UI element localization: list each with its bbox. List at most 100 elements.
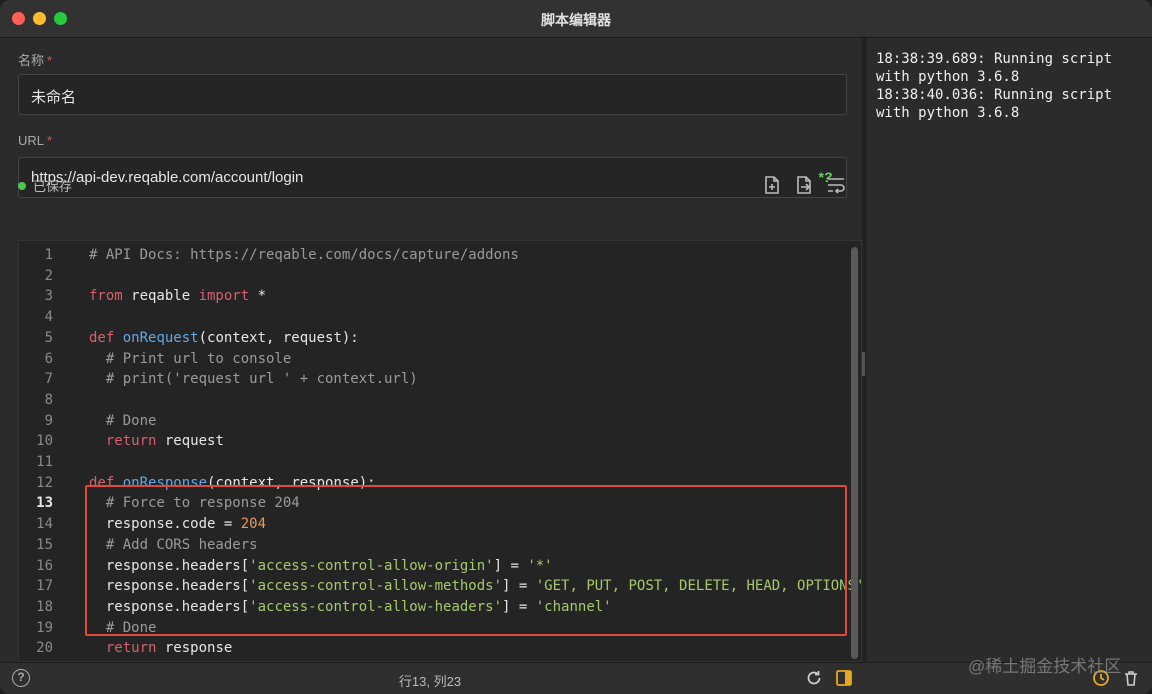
code-token: response.code =	[89, 516, 241, 533]
code-token: reqable	[122, 288, 199, 305]
code-token: (context, request):	[198, 329, 359, 346]
line-number: 20	[36, 640, 53, 657]
code-token: (context, response):	[207, 474, 376, 491]
code-token: response.headers[	[89, 557, 250, 574]
code-token: 'access-control-allow-origin'	[249, 557, 494, 574]
code-token: 'access-control-allow-methods'	[249, 578, 503, 595]
wrap-text-icon[interactable]	[826, 175, 846, 195]
code-line[interactable]: response.code = 204	[89, 514, 266, 535]
code-token: *	[249, 288, 267, 305]
code-token: request	[156, 433, 224, 450]
console-line: 18:38:40.036: Running script with python…	[876, 87, 1121, 121]
code-token: ] =	[493, 557, 528, 574]
toggle-panel-icon[interactable]	[835, 669, 853, 687]
line-number: 2	[44, 267, 53, 284]
url-field[interactable]: https://api-dev.reqable.com/account/logi…	[18, 157, 847, 198]
code-line[interactable]: # Done	[89, 411, 157, 432]
required-mark: *	[47, 53, 53, 68]
code-token: # API Docs: https://reqable.com/docs/cap…	[89, 247, 519, 263]
code-token: return	[105, 433, 157, 450]
code-token: # Done	[89, 619, 157, 636]
code-line[interactable]: response.headers['access-control-allow-o…	[89, 556, 553, 577]
code-line[interactable]: response.headers['access-control-allow-h…	[89, 597, 612, 618]
code-token: response.headers[	[89, 578, 250, 595]
line-number: 12	[36, 474, 53, 491]
code-line[interactable]: # API Docs: https://reqable.com/docs/cap…	[89, 245, 519, 266]
code-token: return	[105, 640, 157, 657]
name-field[interactable]: 未命名	[18, 74, 847, 115]
console-line: 18:38:39.689: Running script with python…	[876, 51, 1121, 85]
code-token: # Force to response 204	[89, 495, 300, 512]
line-number: 14	[36, 516, 53, 533]
line-number: 15	[36, 536, 53, 553]
cursor-position: 行13, 列23	[398, 674, 462, 689]
console-pane: 18:38:39.689: Running script with python…	[865, 38, 1152, 662]
code-token: '*'	[527, 557, 553, 574]
line-number: 11	[36, 454, 53, 470]
saved-status: 已保存	[18, 176, 72, 195]
code-line[interactable]: # Print url to console	[89, 349, 291, 370]
code-line[interactable]: # Force to response 204	[89, 493, 300, 514]
help-icon[interactable]: ?	[12, 669, 30, 687]
line-number: 19	[36, 619, 53, 636]
code-line[interactable]: # Done	[89, 618, 157, 639]
line-number: 6	[44, 350, 53, 367]
saved-dot-icon	[18, 181, 26, 190]
line-number: 17	[36, 578, 53, 595]
code-line[interactable]: response.headers['access-control-allow-m…	[89, 576, 861, 597]
line-number: 10	[36, 433, 53, 450]
code-line[interactable]: return request	[89, 431, 224, 452]
script-editor-window: 脚本编辑器 名称 * 未命名 URL * https://api-dev.reqab…	[0, 0, 1152, 694]
name-label: 名称 *	[18, 53, 53, 68]
line-number: 16	[36, 557, 53, 574]
code-token: from	[89, 288, 123, 305]
line-number-gutter: 1 2 3 4 5 6 7 8 9 10 11 12 13 14 15 16 17 18 19 20	[19, 241, 83, 661]
required-mark: *	[47, 133, 53, 148]
window-title: 脚本编辑器	[541, 12, 611, 28]
console-output: 18:38:39.689: Running script with python…	[876, 50, 1148, 122]
clear-console-trash-icon[interactable]	[1122, 669, 1140, 687]
line-number: 8	[44, 391, 53, 408]
saved-text: 已保存	[33, 179, 73, 194]
code-token: onRequest	[122, 329, 199, 346]
editor-scrollbar[interactable]	[851, 247, 858, 659]
url-label: URL *	[18, 133, 53, 148]
code-token: ] =	[502, 598, 536, 615]
export-file-icon[interactable]	[794, 175, 814, 195]
new-file-icon[interactable]	[762, 175, 782, 195]
line-number: 5	[44, 329, 53, 346]
code-line[interactable]: # print('request url ' + context.url)	[89, 369, 418, 390]
name-value: 未命名	[31, 89, 77, 106]
line-number: 9	[44, 412, 53, 429]
line-number: 1	[44, 247, 53, 263]
code-token: def	[89, 474, 115, 491]
line-number: 3	[44, 288, 53, 305]
code-token: def	[89, 329, 115, 346]
code-token: 'channel'	[535, 598, 612, 615]
watermark-text: @稀土掘金技术社区	[968, 657, 1122, 676]
refresh-icon[interactable]	[805, 669, 823, 687]
code-line[interactable]: def onResponse(context, response):	[89, 473, 376, 494]
code-editor[interactable]: 1 2 3 4 5 6 7 8 9 10 11 12 13 14 15 16 17 18 19 20 # API Do…	[18, 240, 862, 662]
code-line[interactable]: return response	[89, 638, 232, 659]
code-token: # Add CORS headers	[89, 536, 258, 553]
code-token: # Print url to console	[89, 350, 292, 367]
code-token: 'access-control-allow-headers'	[249, 598, 503, 615]
code-token: # print('request url ' + context.url)	[89, 371, 418, 388]
code-token: # Done	[89, 412, 157, 429]
code-token: onResponse	[122, 474, 208, 491]
code-line[interactable]: # Add CORS headers	[89, 535, 258, 556]
code-line[interactable]: def onRequest(context, request):	[89, 328, 359, 349]
code-line[interactable]: from reqable import *	[89, 286, 266, 307]
line-number: 13	[36, 495, 53, 512]
title-bar: 脚本编辑器	[0, 0, 1152, 38]
editor-pane: 名称 * 未命名 URL * https://api-dev.reqable.com…	[0, 38, 862, 662]
line-number: 4	[44, 309, 53, 326]
code-area[interactable]: # API Docs: https://reqable.com/docs/cap…	[89, 241, 861, 661]
code-token: import	[198, 288, 250, 305]
line-number: 7	[44, 371, 53, 388]
